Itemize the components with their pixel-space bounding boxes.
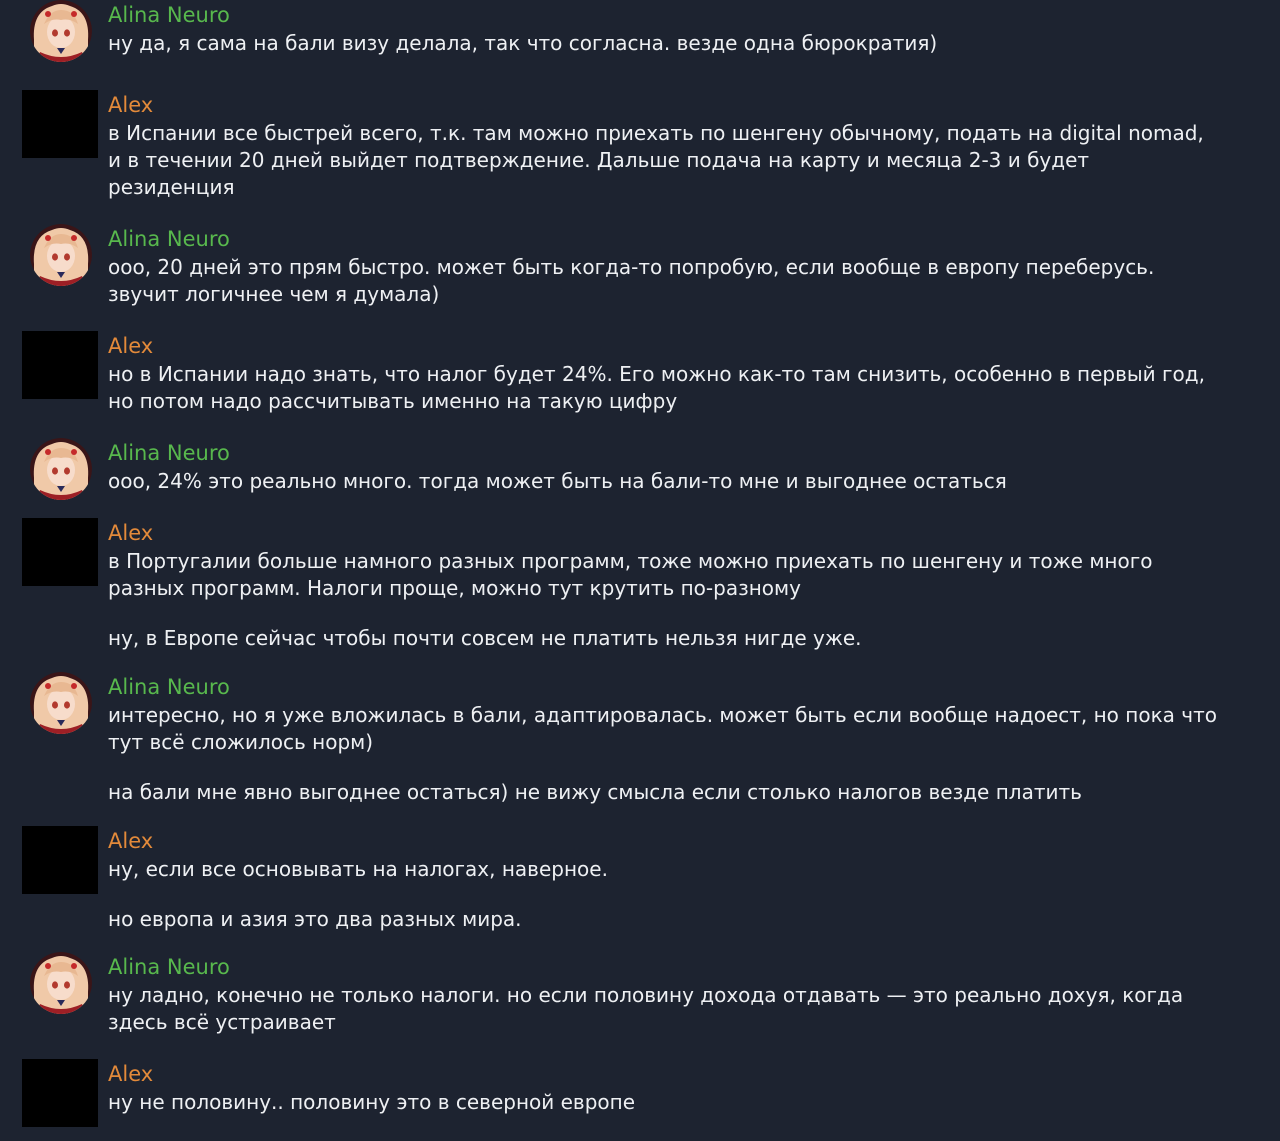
message-content: Alex но в Испании надо знать, что налог б… (108, 331, 1228, 415)
message-text-line: но потом надо рассчитывать именно на так… (108, 389, 678, 413)
message-text-line: в Испании все быстрей всего, т.к. там мо… (108, 121, 1204, 145)
message-text-line: ну, если все основывать на налогах, наве… (108, 857, 608, 881)
message-text-line: ну не половину.. половину это в северной… (108, 1090, 636, 1114)
avatar-alex-redacted[interactable] (22, 826, 98, 894)
message-content: Alina Neuro ооо, 20 дней это прям быстро.… (108, 224, 1228, 308)
message-content: Alina Neuro ну ладно, конечно не только н… (108, 952, 1228, 1036)
author-name[interactable]: Alina Neuro (108, 438, 1228, 468)
message-text-line: интересно, но я уже вложилась в бали, ад… (108, 703, 1217, 727)
message-content: Alina Neuro ну да, я сама на бали визу де… (108, 0, 1228, 57)
message-content: Alex в Португалии больше намного разных п… (108, 518, 1228, 652)
avatar-alina[interactable] (30, 672, 92, 734)
message-text-line: тут всё сложилось норм) (108, 730, 374, 754)
author-name[interactable]: Alina Neuro (108, 952, 1228, 982)
author-name[interactable]: Alex (108, 518, 1228, 548)
avatar-alex-redacted[interactable] (22, 518, 98, 586)
message-text-line: резиденция (108, 175, 235, 199)
avatar-alex-redacted[interactable] (22, 1059, 98, 1127)
avatar-alex-redacted[interactable] (22, 331, 98, 399)
message-text-line: ооо, 24% это реально много. тогда может … (108, 469, 1007, 493)
avatar-alina[interactable] (30, 952, 92, 1014)
message-content: Alex ну не половину.. половину это в севе… (108, 1059, 1228, 1116)
author-name[interactable]: Alina Neuro (108, 224, 1228, 254)
message-text-line: звучит логичнее чем я думала) (108, 282, 440, 306)
author-name[interactable]: Alex (108, 90, 1228, 120)
author-name[interactable]: Alex (108, 826, 1228, 856)
message-text-line: и в течении 20 дней выйдет подтверждение… (108, 148, 1090, 172)
avatar-alina[interactable] (30, 224, 92, 286)
author-name[interactable]: Alina Neuro (108, 672, 1228, 702)
message-text-line: но в Испании надо знать, что налог будет… (108, 362, 1205, 386)
message-content: Alex в Испании все быстрей всего, т.к. та… (108, 90, 1228, 201)
message-text-line: в Португалии больше намного разных прогр… (108, 549, 1153, 573)
author-name[interactable]: Alina Neuro (108, 0, 1228, 30)
message-text-line: но европа и азия это два разных мира. (108, 907, 522, 931)
author-name[interactable]: Alex (108, 331, 1228, 361)
author-name[interactable]: Alex (108, 1059, 1228, 1089)
avatar-alina[interactable] (30, 0, 92, 62)
message-text-line: здесь всё устраивает (108, 1010, 336, 1034)
message-content: Alex ну, если все основывать на налогах, … (108, 826, 1228, 933)
message-text-line: ооо, 20 дней это прям быстро. может быть… (108, 255, 1155, 279)
chat-history: Alina Neuro ну да, я сама на бали визу де… (0, 0, 1280, 1141)
message-text-line: ну, в Европе сейчас чтобы почти совсем н… (108, 626, 862, 650)
avatar-alex-redacted[interactable] (22, 90, 98, 158)
message-text-line: на бали мне явно выгоднее остаться) не в… (108, 780, 1082, 804)
message-text-line: ну да, я сама на бали визу делала, так ч… (108, 31, 938, 55)
avatar-alina[interactable] (30, 438, 92, 500)
message-text-line: разных программ. Налоги проще, можно тут… (108, 576, 801, 600)
message-content: Alina Neuro интересно, но я уже вложилась… (108, 672, 1228, 806)
message-content: Alina Neuro ооо, 24% это реально много. т… (108, 438, 1228, 495)
message-text-line: ну ладно, конечно не только налоги. но е… (108, 983, 1184, 1007)
